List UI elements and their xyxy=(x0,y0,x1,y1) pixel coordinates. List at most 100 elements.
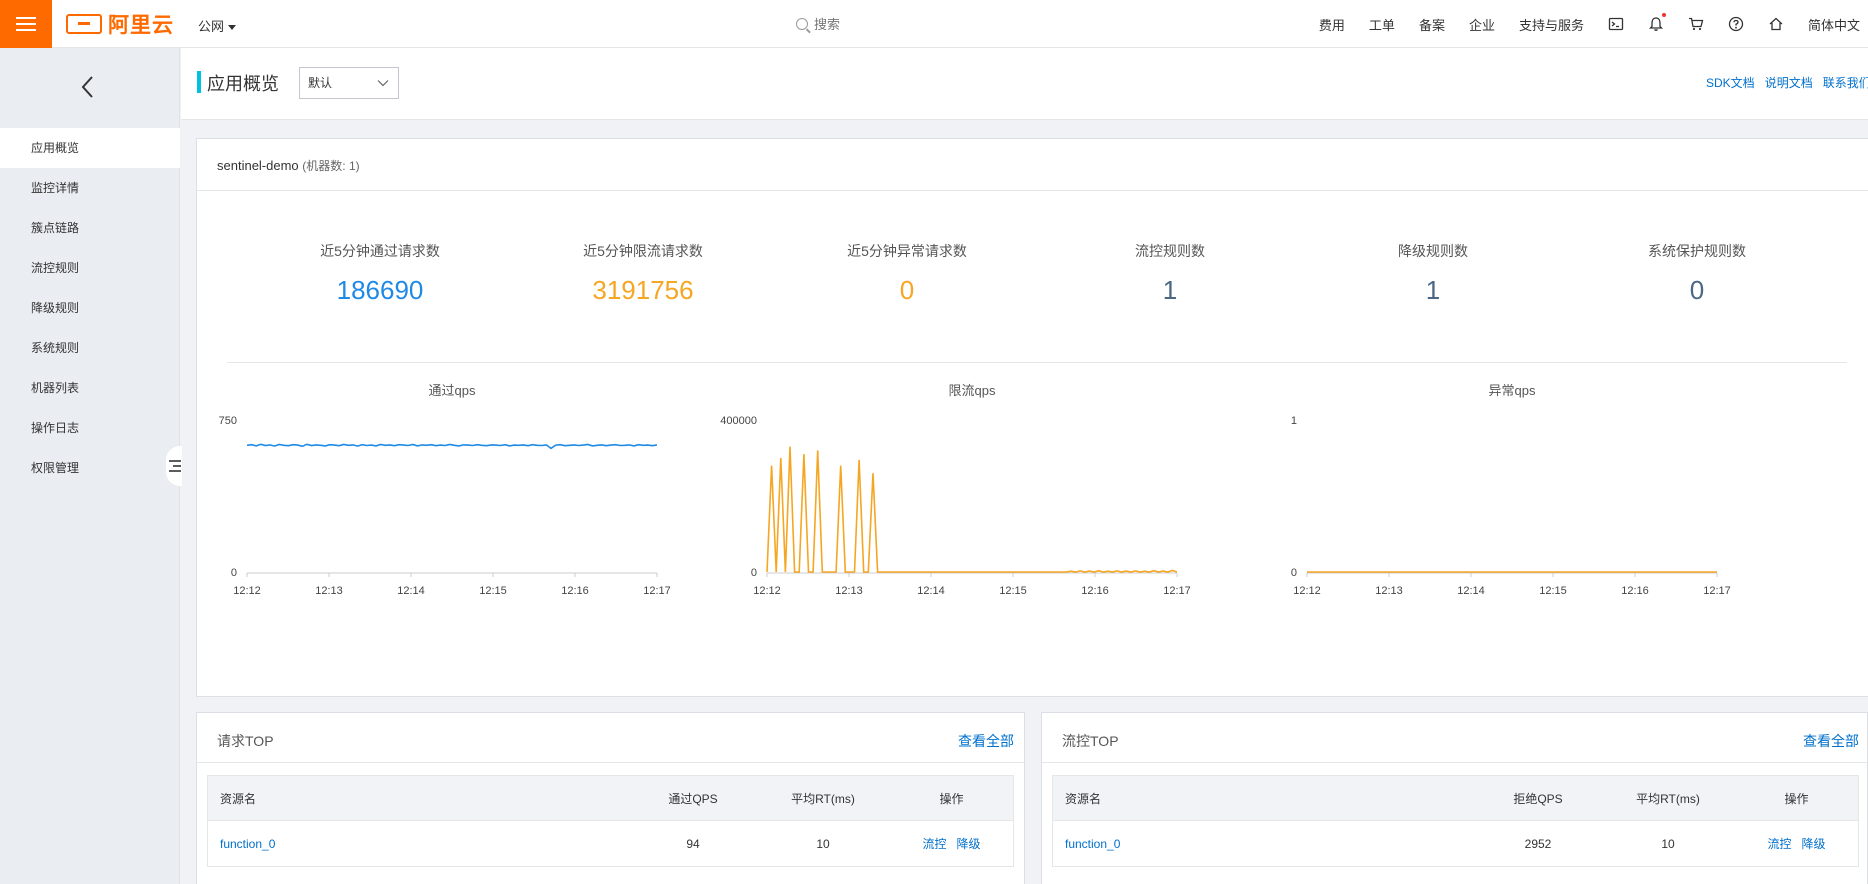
stat-value: 0 xyxy=(899,275,915,305)
x-tick-label: 12:13 xyxy=(315,585,343,597)
aliyun-logo[interactable]: 阿里云 xyxy=(66,13,174,37)
y-tick-label: 0 xyxy=(231,567,237,579)
x-tick-label: 12:12 xyxy=(753,585,781,597)
col-pass-qps: 通过QPS xyxy=(668,792,718,806)
request-top-title: 请求TOP xyxy=(217,733,274,749)
sidebar-item-cluster-link[interactable]: 簇点链路 xyxy=(0,208,180,248)
overview-card-header: sentinel-demo (机器数: 1) xyxy=(197,139,1868,191)
stat-value: 0 xyxy=(1689,275,1705,305)
series-line xyxy=(766,446,1178,573)
sidebar-item-app-overview[interactable]: 应用概览 xyxy=(0,128,180,168)
stat-system-rule-count: 系统保护规则数 0 xyxy=(1567,241,1827,306)
sidebar-nav: 应用概览 监控详情 簇点链路 流控规则 降级规则 系统规则 机器列表 操作日志 … xyxy=(0,128,180,488)
stat-pass-requests: 近5分钟通过请求数 186690 xyxy=(250,241,510,306)
stat-value: 3191756 xyxy=(592,275,694,305)
degrade-link[interactable]: 降级 xyxy=(1802,837,1826,851)
pass-qps-chart: 通过qps 750 0 12:12 12:13 12:14 12:15 12:16 12:17 xyxy=(197,375,737,675)
stat-label: 近5分钟限流请求数 xyxy=(583,243,703,259)
stat-label: 近5分钟通过请求数 xyxy=(320,243,440,259)
y-tick-label: 750 xyxy=(219,415,237,427)
sidebar-item-flow-rules[interactable]: 流控规则 xyxy=(0,248,180,288)
block-qps-chart: 限流qps 400000 0 12:12 12:13 12:14 12:15 12:16 12:… xyxy=(720,375,1277,675)
x-tick-label: 12:16 xyxy=(1621,585,1649,597)
x-tick-label: 12:12 xyxy=(233,585,261,597)
row-operations: 流控 降级 xyxy=(888,821,1015,867)
chart-svg: 限流qps 400000 0 12:12 12:13 12:14 12:15 12:16 12:… xyxy=(720,383,1191,597)
sidebar-item-monitor-detail[interactable]: 监控详情 xyxy=(0,168,180,208)
avg-rt-value: 10 xyxy=(1661,837,1675,851)
chart-title: 异常qps xyxy=(1489,383,1536,398)
resource-link[interactable]: function_0 xyxy=(220,821,275,867)
flow-control-link[interactable]: 流控 xyxy=(1767,837,1791,851)
col-reject-qps: 拒绝QPS xyxy=(1513,792,1563,806)
divider xyxy=(227,362,1847,363)
search-box[interactable] xyxy=(796,14,976,34)
stat-label: 降级规则数 xyxy=(1398,243,1468,259)
stat-degrade-rule-count: 降级规则数 1 xyxy=(1303,241,1563,306)
table-row: function_0 94 10 流控 降级 xyxy=(207,821,1014,867)
back-chevron-icon[interactable] xyxy=(78,72,98,102)
flow-control-link[interactable]: 流控 xyxy=(922,837,946,851)
search-input[interactable] xyxy=(814,16,964,32)
sidebar: 应用概览 监控详情 簇点链路 流控规则 降级规则 系统规则 机器列表 操作日志 … xyxy=(0,48,182,884)
sidebar-collapse-icon[interactable] xyxy=(166,446,182,486)
x-tick-label: 12:15 xyxy=(999,585,1027,597)
menu-icon[interactable] xyxy=(0,0,52,48)
cart-icon[interactable] xyxy=(1688,16,1704,32)
home-icon[interactable] xyxy=(1768,16,1784,32)
region-label: 公网 xyxy=(198,19,225,34)
resource-link[interactable]: function_0 xyxy=(1065,821,1120,867)
language-selector[interactable]: 简体中文 xyxy=(1808,15,1860,34)
col-avg-rt: 平均RT(ms) xyxy=(1636,792,1700,806)
nav-icp[interactable]: 备案 xyxy=(1419,15,1445,34)
help-icon[interactable] xyxy=(1728,16,1744,32)
top-bar: 阿里云 公网 费用 工单 备案 企业 支持与服务 简体中文 xyxy=(0,0,1868,48)
sidebar-item-degrade-rules[interactable]: 降级规则 xyxy=(0,288,180,328)
sidebar-item-system-rules[interactable]: 系统规则 xyxy=(0,328,180,368)
contact-us-link[interactable]: 联系我们 xyxy=(1823,74,1868,91)
x-tick-label: 12:17 xyxy=(1163,585,1191,597)
header-links: SDK文档 说明文档 联系我们 xyxy=(1706,74,1868,91)
search-icon xyxy=(796,18,808,30)
nav-billing[interactable]: 费用 xyxy=(1319,15,1345,34)
reject-qps-value: 2952 xyxy=(1524,837,1552,851)
x-tick-label: 12:15 xyxy=(479,585,507,597)
x-tick-label: 12:16 xyxy=(561,585,589,597)
app-name-title: sentinel-demo (机器数: 1) xyxy=(217,157,360,174)
request-top-card: 请求TOP 查看全部 资源名 通过QPS 平均RT(ms) 操作 functio… xyxy=(196,712,1025,884)
manual-docs-link[interactable]: 说明文档 xyxy=(1765,74,1813,91)
x-tick-label: 12:14 xyxy=(917,585,945,597)
nav-tickets[interactable]: 工单 xyxy=(1369,15,1395,34)
request-top-view-all-link[interactable]: 查看全部 xyxy=(958,731,1014,751)
overview-card: sentinel-demo (机器数: 1) 近5分钟通过请求数 186690 … xyxy=(196,138,1868,697)
flow-top-view-all-link[interactable]: 查看全部 xyxy=(1803,731,1859,751)
y-tick-label: 400000 xyxy=(720,415,757,427)
y-tick-label: 0 xyxy=(1291,567,1297,579)
x-tick-label: 12:17 xyxy=(643,585,671,597)
sidebar-item-permissions[interactable]: 权限管理 xyxy=(0,448,180,488)
machine-count: (机器数: 1) xyxy=(302,159,360,173)
group-select[interactable]: 默认 xyxy=(299,67,399,99)
col-operation: 操作 xyxy=(1784,792,1809,806)
table-header: 资源名 通过QPS 平均RT(ms) 操作 xyxy=(207,775,1014,821)
table-row: function_0 2952 10 流控 降级 xyxy=(1052,821,1859,867)
sdk-docs-link[interactable]: SDK文档 xyxy=(1706,74,1755,91)
nav-support[interactable]: 支持与服务 xyxy=(1519,15,1584,34)
col-operation: 操作 xyxy=(939,792,964,806)
sidebar-item-machine-list[interactable]: 机器列表 xyxy=(0,368,180,408)
x-tick-label: 12:14 xyxy=(397,585,425,597)
caret-down-icon xyxy=(228,25,237,31)
y-tick-label: 0 xyxy=(751,567,757,579)
degrade-link[interactable]: 降级 xyxy=(957,837,981,851)
region-selector[interactable]: 公网 xyxy=(198,16,237,35)
sidebar-item-operation-log[interactable]: 操作日志 xyxy=(0,408,180,448)
x-tick-label: 12:13 xyxy=(835,585,863,597)
chevron-down-icon xyxy=(377,80,389,87)
bell-icon[interactable] xyxy=(1648,13,1666,32)
terminal-icon[interactable] xyxy=(1608,16,1624,32)
notification-dot xyxy=(1661,13,1666,17)
nav-enterprise[interactable]: 企业 xyxy=(1469,15,1495,34)
stat-label: 近5分钟异常请求数 xyxy=(847,243,967,259)
exception-qps-chart: 异常qps 1 0 12:12 12:13 12:14 12:15 12:16 12:17 xyxy=(1277,375,1817,675)
flow-top-card: 流控TOP 查看全部 资源名 拒绝QPS 平均RT(ms) 操作 functio… xyxy=(1041,712,1868,884)
